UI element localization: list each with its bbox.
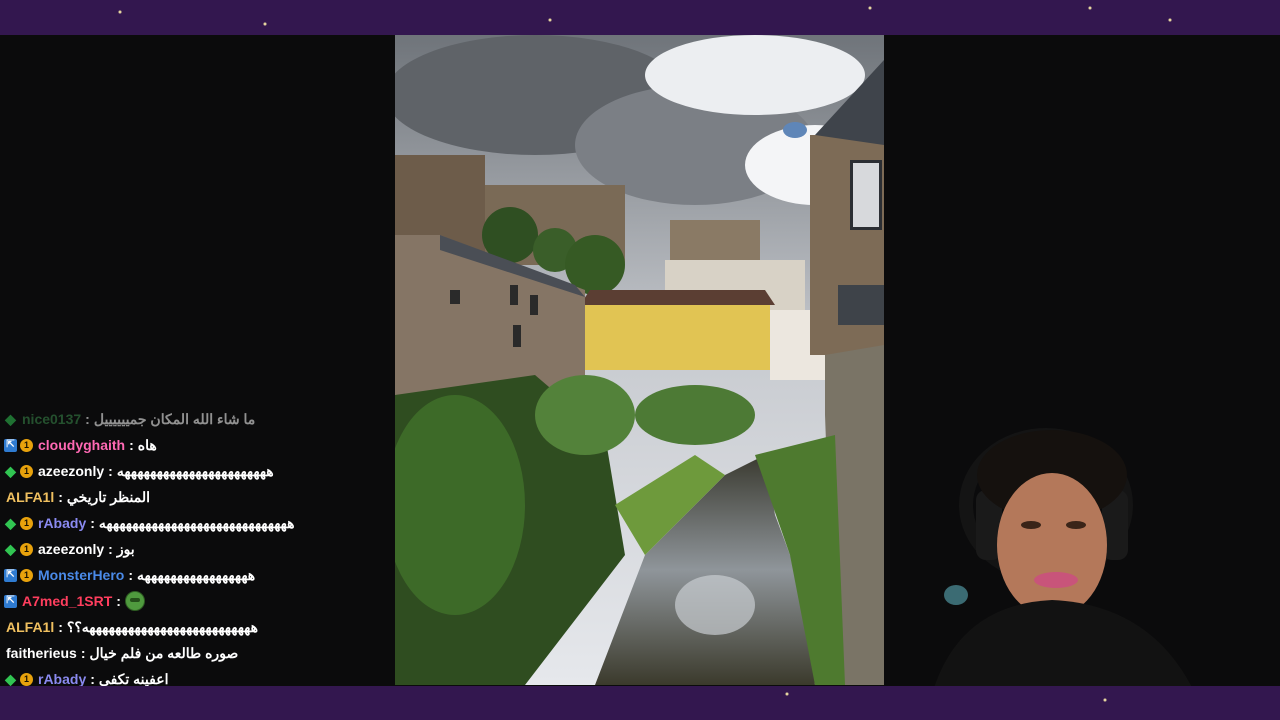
chat-message: ◆ 1 azeezonly: هههههههههههههههههههههههه bbox=[4, 458, 274, 484]
gold-badge-icon: 1 bbox=[20, 568, 33, 582]
chat-username[interactable]: faitherieus bbox=[6, 640, 77, 666]
chat-text: ههههههههههههههههههههههههههه؟؟ bbox=[66, 619, 258, 635]
chat-username[interactable]: azeezonly bbox=[38, 536, 104, 562]
chat-message: ◆ nice0137: ما شاء الله المكان جمييييييل bbox=[4, 406, 255, 432]
chat-username[interactable]: ALFA1l bbox=[6, 614, 54, 640]
green-badge-icon: ◆ bbox=[5, 541, 16, 557]
gold-badge-icon: 1 bbox=[20, 464, 33, 478]
blue-badge-icon: ⇱ bbox=[4, 594, 17, 608]
chat-username[interactable]: azeezonly bbox=[38, 458, 104, 484]
chat-separator: : bbox=[116, 593, 121, 609]
chat-message: ⇱ A7med_1SRT: bbox=[4, 588, 145, 614]
chat-message: ⇱ 1 MonsterHero: هههههههههههههههههه bbox=[4, 562, 255, 588]
chat-separator: : bbox=[58, 489, 63, 505]
streamer-avatar bbox=[906, 420, 1280, 720]
chat-separator: : bbox=[108, 463, 113, 479]
chat-text: بوز bbox=[116, 541, 135, 557]
webcam-feed bbox=[906, 420, 1280, 720]
chat-username[interactable]: cloudyghaith bbox=[38, 432, 125, 458]
blue-badge-icon: ⇱ bbox=[4, 438, 17, 452]
chat-message: ◆ 1 azeezonly: بوز bbox=[4, 536, 135, 562]
top-overlay-bar bbox=[0, 0, 1280, 35]
gold-badge-icon: 1 bbox=[20, 542, 33, 556]
green-badge-icon: ◆ bbox=[5, 671, 16, 687]
chat-text: ما شاء الله المكان جمييييييل bbox=[93, 411, 256, 427]
bottom-overlay-bar bbox=[0, 686, 1280, 720]
chat-separator: : bbox=[90, 515, 95, 531]
chat-text: المنظر تاريخي bbox=[66, 489, 151, 505]
chat-separator: : bbox=[128, 567, 134, 583]
chat-separator: : bbox=[108, 541, 113, 557]
chat-separator: : bbox=[58, 619, 63, 635]
gold-badge-icon: 1 bbox=[20, 672, 33, 686]
chat-username[interactable]: rAbady bbox=[38, 510, 86, 536]
blue-badge-icon: ⇱ bbox=[4, 568, 17, 582]
stream-photo bbox=[395, 35, 884, 685]
green-badge-icon: ◆ bbox=[5, 411, 16, 427]
chat-separator: : bbox=[80, 645, 86, 661]
chat-username[interactable]: ALFA1l bbox=[6, 484, 54, 510]
chat-text: صوره طالعه من فلم خيال bbox=[89, 645, 239, 661]
green-badge-icon: ◆ bbox=[5, 463, 16, 479]
photo-scene-image bbox=[395, 35, 884, 685]
chat-separator: : bbox=[129, 437, 134, 453]
chat-text: هههههههههههههههههههههههههههههه bbox=[98, 515, 295, 531]
chat-username[interactable]: MonsterHero bbox=[38, 562, 124, 588]
chat-message: ◆ 1 rAbady: هههههههههههههههههههههههههههههه bbox=[4, 510, 294, 536]
chat-username[interactable]: A7med_1SRT bbox=[22, 588, 112, 614]
chat-message: ⇱ 1 cloudyghaith: هاه bbox=[4, 432, 157, 458]
green-badge-icon: ◆ bbox=[5, 515, 16, 531]
chat-message: faitherieus: صوره طالعه من فلم خيال bbox=[4, 640, 238, 666]
chat-text: هاه bbox=[137, 437, 157, 453]
chat-message: ALFA1l: المنظر تاريخي bbox=[4, 484, 150, 510]
gold-badge-icon: 1 bbox=[20, 516, 33, 530]
chat-separator: : bbox=[85, 411, 90, 427]
chat-message: ALFA1l: ههههههههههههههههههههههههههه؟؟ bbox=[4, 614, 258, 640]
chat-text: هههههههههههههههههه bbox=[137, 567, 256, 583]
pepe-emote-icon bbox=[124, 591, 145, 611]
chat-username[interactable]: nice0137 bbox=[22, 406, 81, 432]
chat-text: هههههههههههههههههههههههه bbox=[116, 463, 274, 479]
gold-badge-icon: 1 bbox=[20, 438, 33, 452]
